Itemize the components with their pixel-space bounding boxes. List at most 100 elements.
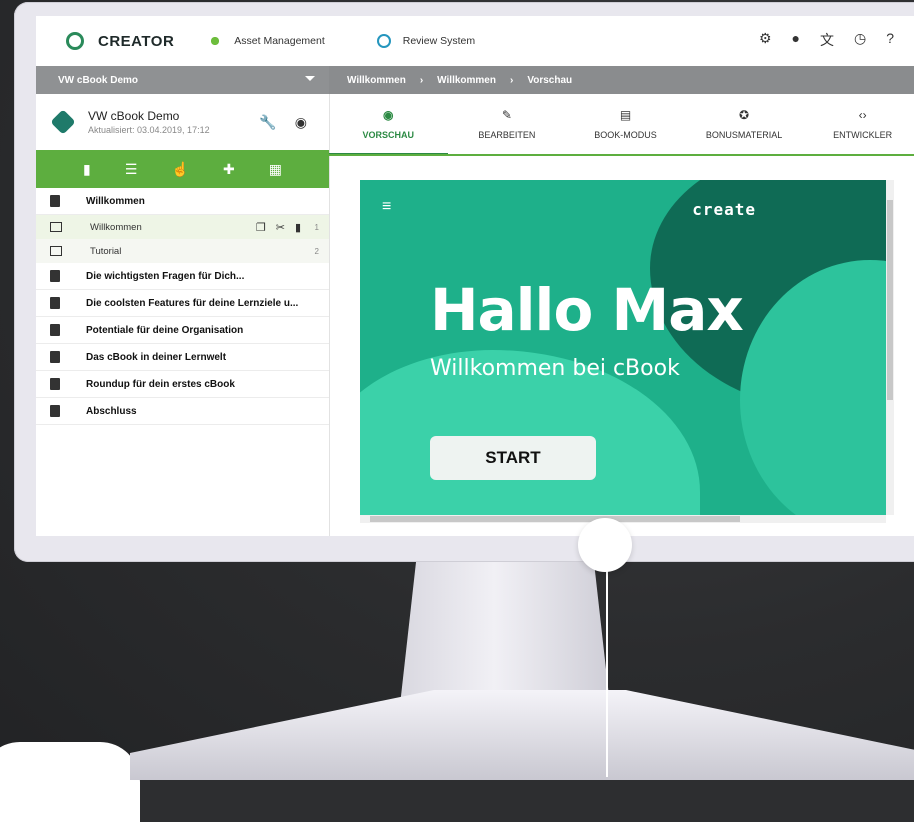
top-bar: CREATOR Asset Management Review System ⚙…	[36, 16, 914, 66]
wrench-icon[interactable]: 🔧	[259, 114, 276, 131]
chapter-title: Roundup für dein erstes cBook	[86, 378, 235, 390]
breadcrumb-item[interactable]: Willkommen	[437, 75, 496, 86]
nav-asset-management[interactable]: Asset Management	[208, 34, 325, 48]
page-item[interactable]: Tutorial 2	[36, 239, 329, 263]
tab-bearbeiten[interactable]: ✎ BEARBEITEN	[448, 94, 567, 154]
breadcrumb-item: Vorschau	[527, 74, 573, 86]
eye-icon[interactable]: ◉	[295, 114, 307, 131]
project-updated: Aktualisiert: 03.04.2019, 17:12	[88, 125, 210, 135]
chapter-item[interactable]: Roundup für dein erstes cBook	[36, 371, 329, 398]
tab-label: BEARBEITEN	[478, 130, 536, 140]
chapter-title: Willkommen	[86, 195, 145, 207]
chapter-title: Die wichtigsten Fragen für Dich...	[86, 270, 245, 282]
preview-headline: Hallo Max	[430, 276, 744, 344]
top-icons: ⚙ ● 文 ◷ ?	[759, 30, 894, 50]
brand-label: CREATOR	[98, 32, 175, 50]
copy-icon[interactable]: ❐	[256, 221, 266, 234]
monitor-stand-neck	[400, 555, 610, 705]
page-item[interactable]: Willkommen ❐ ✂ ▮ 1	[36, 215, 329, 239]
nav-review-system[interactable]: Review System	[376, 34, 476, 48]
layout-icon[interactable]: ☰	[125, 161, 138, 178]
project-select[interactable]: VW cBook Demo	[36, 66, 329, 94]
page-number: 1	[314, 222, 319, 232]
preview-logo: create	[692, 200, 756, 219]
chevron-down-icon	[305, 76, 315, 81]
creator-logo-icon	[66, 32, 84, 50]
breadcrumb-item[interactable]: Willkommen	[347, 75, 406, 86]
horizontal-scrollbar[interactable]	[360, 515, 886, 523]
breadcrumb: Willkommen › Willkommen › Vorschau	[329, 66, 914, 94]
settings-icon[interactable]: ⚙	[759, 30, 772, 50]
nav-label: Asset Management	[234, 35, 325, 47]
monitor-frame: CREATOR Asset Management Review System ⚙…	[14, 2, 914, 562]
chapter-title: Potentiale für deine Organisation	[86, 324, 244, 336]
chevron-right-icon: ›	[509, 74, 514, 86]
book-icon	[50, 351, 60, 363]
scroll-thumb[interactable]	[887, 200, 893, 400]
tab-vorschau[interactable]: ◉ VORSCHAU	[329, 94, 448, 154]
page-number: 2	[314, 246, 319, 256]
translate-icon[interactable]: 文	[820, 30, 834, 50]
book-icon	[50, 378, 60, 390]
tab-entwickler[interactable]: ‹› ENTWICKLER	[803, 94, 914, 154]
help-icon[interactable]: ?	[886, 30, 894, 50]
book-icon[interactable]: ▮	[83, 161, 91, 178]
review-icon	[376, 34, 391, 48]
mode-tabs: ◉ VORSCHAU ✎ BEARBEITEN ▤ BOOK-MODUS ✪ BONUS…	[329, 94, 914, 156]
project-info: VW cBook Demo Aktualisiert: 03.04.2019, …	[36, 94, 329, 150]
chapter-title: Abschluss	[86, 405, 137, 417]
asset-icon	[208, 34, 223, 48]
tab-label: BOOK-MODUS	[594, 130, 657, 140]
tab-bonusmaterial[interactable]: ✪ BONUSMATERIAL	[685, 94, 804, 154]
book-icon	[50, 324, 60, 336]
touch-icon[interactable]: ☝	[171, 161, 188, 178]
top-nav: Asset Management Review System	[208, 34, 527, 48]
chapter-item[interactable]: Die coolsten Features für deine Lernziel…	[36, 290, 329, 317]
page-title: Tutorial	[90, 245, 122, 257]
book-icon	[50, 195, 60, 207]
chapter-item[interactable]: Abschluss	[36, 398, 329, 425]
preview-subline: Willkommen bei cBook	[430, 356, 680, 381]
book-icon	[50, 297, 60, 309]
book-icon	[50, 270, 60, 282]
project-select-label: VW cBook Demo	[58, 74, 139, 86]
chapter-item[interactable]: Das cBook in deiner Lernwelt	[36, 344, 329, 371]
pencil-icon: ✎	[501, 108, 512, 122]
project-logo-icon	[50, 109, 76, 135]
book-icon	[50, 405, 60, 417]
scroll-thumb[interactable]	[370, 516, 740, 522]
callout-line	[606, 548, 608, 777]
code-icon: ‹›	[858, 108, 867, 122]
chapter-item[interactable]: Potentiale für deine Organisation	[36, 317, 329, 344]
eye-icon: ◉	[383, 107, 394, 122]
star-icon: ✪	[739, 108, 750, 122]
tab-label: VORSCHAU	[362, 129, 415, 140]
sidebar: VW cBook Demo Aktualisiert: 03.04.2019, …	[36, 94, 330, 536]
template-icon[interactable]: ▦	[269, 161, 282, 178]
chapter-title: Die coolsten Features für deine Lernziel…	[86, 297, 299, 309]
vertical-scrollbar[interactable]	[886, 180, 894, 515]
history-icon[interactable]: ◷	[854, 30, 866, 50]
decorative-blob	[0, 742, 140, 822]
chevron-right-icon: ›	[419, 74, 424, 86]
chapter-item[interactable]: Die wichtigsten Fragen für Dich...	[36, 263, 329, 290]
nav-label: Review System	[402, 35, 476, 47]
start-button[interactable]: START	[430, 436, 596, 480]
book-mode-icon: ▤	[619, 108, 632, 122]
brand[interactable]: CREATOR	[66, 32, 174, 50]
cbook-preview: ≡ create Hallo Max Willkommen bei cBook …	[360, 180, 886, 515]
tab-label: ENTWICKLER	[833, 130, 893, 140]
delete-icon[interactable]: ▮	[295, 221, 301, 234]
callout-dot	[578, 518, 632, 572]
page-title: Willkommen	[90, 221, 142, 233]
list-icon	[50, 246, 62, 256]
chapter-item[interactable]: Willkommen	[36, 188, 329, 215]
cut-icon[interactable]: ✂	[276, 221, 285, 234]
app-screen: CREATOR Asset Management Review System ⚙…	[36, 16, 914, 536]
project-name: VW cBook Demo	[88, 109, 180, 123]
menu-icon[interactable]: ≡	[382, 198, 391, 216]
puzzle-icon[interactable]: ✚	[223, 161, 235, 178]
account-icon[interactable]: ●	[792, 30, 800, 50]
tab-book-modus[interactable]: ▤ BOOK-MODUS	[566, 94, 685, 154]
chapter-title: Das cBook in deiner Lernwelt	[86, 351, 227, 363]
